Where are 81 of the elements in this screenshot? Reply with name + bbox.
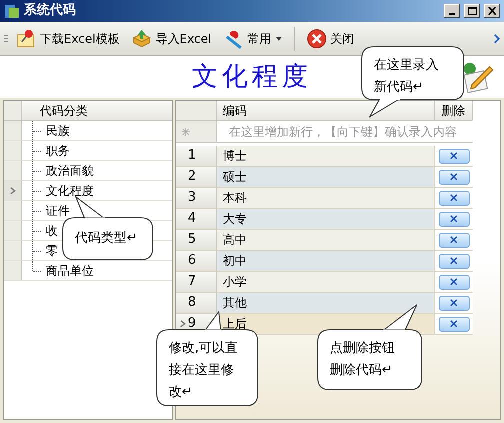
row-header[interactable]: 8 xyxy=(176,293,217,313)
row-number: 8 xyxy=(188,294,196,312)
new-row-icon xyxy=(182,128,190,136)
close-icon xyxy=(488,7,496,15)
app-icon xyxy=(4,3,20,19)
tree-item[interactable]: 证件 xyxy=(40,201,70,220)
row-number: 1 xyxy=(188,147,196,166)
callout-text: 在这里录入新代码↵ xyxy=(374,57,440,97)
callout-text: 修改,可以直接在这里修改↵ xyxy=(169,340,240,402)
tree-item[interactable]: 职务 xyxy=(40,141,70,160)
row-number: 5 xyxy=(188,231,196,250)
close-icon xyxy=(450,194,458,202)
close-icon xyxy=(450,320,458,328)
delete-button[interactable] xyxy=(438,190,470,206)
toolbar-button[interactable]: 导入Excel xyxy=(128,26,216,52)
delete-button[interactable] xyxy=(438,232,470,248)
code-cell[interactable]: 初中 xyxy=(223,254,247,268)
current-row-icon xyxy=(10,186,16,194)
pushpin-note-icon xyxy=(16,28,36,48)
overflow-chevron-icon[interactable] xyxy=(494,34,500,44)
delete-button[interactable] xyxy=(438,296,470,310)
column-header[interactable]: 编码 xyxy=(217,101,435,120)
callout-text: 代码类型↵ xyxy=(75,230,139,248)
pencil-notepad-icon xyxy=(462,61,494,93)
delete-button[interactable] xyxy=(438,254,470,268)
row-header[interactable]: 6 xyxy=(176,251,217,271)
minimize-button[interactable] xyxy=(444,4,460,18)
code-cell[interactable]: 本科 xyxy=(223,191,247,205)
row-number: 7 xyxy=(188,273,196,292)
current-row-icon xyxy=(180,320,186,328)
code-cell[interactable]: 硕士 xyxy=(223,170,247,184)
close-icon xyxy=(450,173,458,181)
delete-button[interactable] xyxy=(438,316,470,332)
flag-ruler-icon xyxy=(224,28,244,48)
window-title: 系统代码 xyxy=(24,2,76,20)
row-number: 6 xyxy=(188,252,196,270)
maximize-button[interactable] xyxy=(464,4,480,18)
row-header[interactable]: 1 xyxy=(176,146,217,166)
row-number: 4 xyxy=(188,210,196,228)
tree-item[interactable]: 收 xyxy=(40,221,58,240)
callout-text: 点删除按钮删除代码↵ xyxy=(330,340,396,380)
close-icon xyxy=(450,152,458,160)
page-heading: 文化程度 xyxy=(192,60,312,94)
tree-item[interactable]: 商品单位 xyxy=(40,261,94,280)
code-cell[interactable]: 上后 xyxy=(223,317,247,331)
column-header[interactable]: 代码分类 xyxy=(22,101,172,120)
maximize-icon xyxy=(468,7,476,15)
close-button[interactable] xyxy=(484,4,500,18)
row-number: 9 xyxy=(188,315,196,334)
code-cell[interactable]: 大专 xyxy=(223,212,247,226)
toolbar-button[interactable]: 下载Excel模板 xyxy=(12,26,124,52)
row-header[interactable]: 5 xyxy=(176,230,217,250)
code-cell[interactable]: 高中 xyxy=(223,233,247,247)
box-arrow-icon xyxy=(132,28,152,48)
tree-item[interactable]: 政治面貌 xyxy=(40,161,94,180)
row-number: 2 xyxy=(188,168,196,186)
row-header[interactable]: 3 xyxy=(176,188,217,208)
row-header[interactable]: 7 xyxy=(176,272,217,292)
close-icon xyxy=(450,278,458,286)
column-header[interactable]: 删除 xyxy=(435,101,473,120)
delete-button[interactable] xyxy=(438,148,470,164)
caret-icon xyxy=(276,36,282,40)
row-header[interactable]: 4 xyxy=(176,209,217,229)
close-icon xyxy=(450,257,458,265)
code-cell[interactable]: 小学 xyxy=(223,275,247,289)
dropdown-button[interactable]: 常用 xyxy=(220,26,286,52)
tree-item[interactable]: 零 xyxy=(40,241,58,260)
row-selector[interactable] xyxy=(4,181,22,200)
close-icon xyxy=(450,215,458,223)
close-icon xyxy=(450,299,458,307)
close-icon xyxy=(306,28,327,48)
delete-button[interactable] xyxy=(438,170,470,184)
row-header[interactable]: 2 xyxy=(176,167,217,187)
row-number: 3 xyxy=(188,189,196,208)
delete-button[interactable] xyxy=(438,274,470,290)
code-cell[interactable]: 博士 xyxy=(223,149,247,163)
code-cell[interactable]: 其他 xyxy=(223,296,247,310)
toolbar-button[interactable]: 关闭 xyxy=(302,26,359,52)
tree-item[interactable]: 民族 xyxy=(40,121,70,140)
close-icon xyxy=(450,236,458,244)
delete-button[interactable] xyxy=(438,212,470,226)
